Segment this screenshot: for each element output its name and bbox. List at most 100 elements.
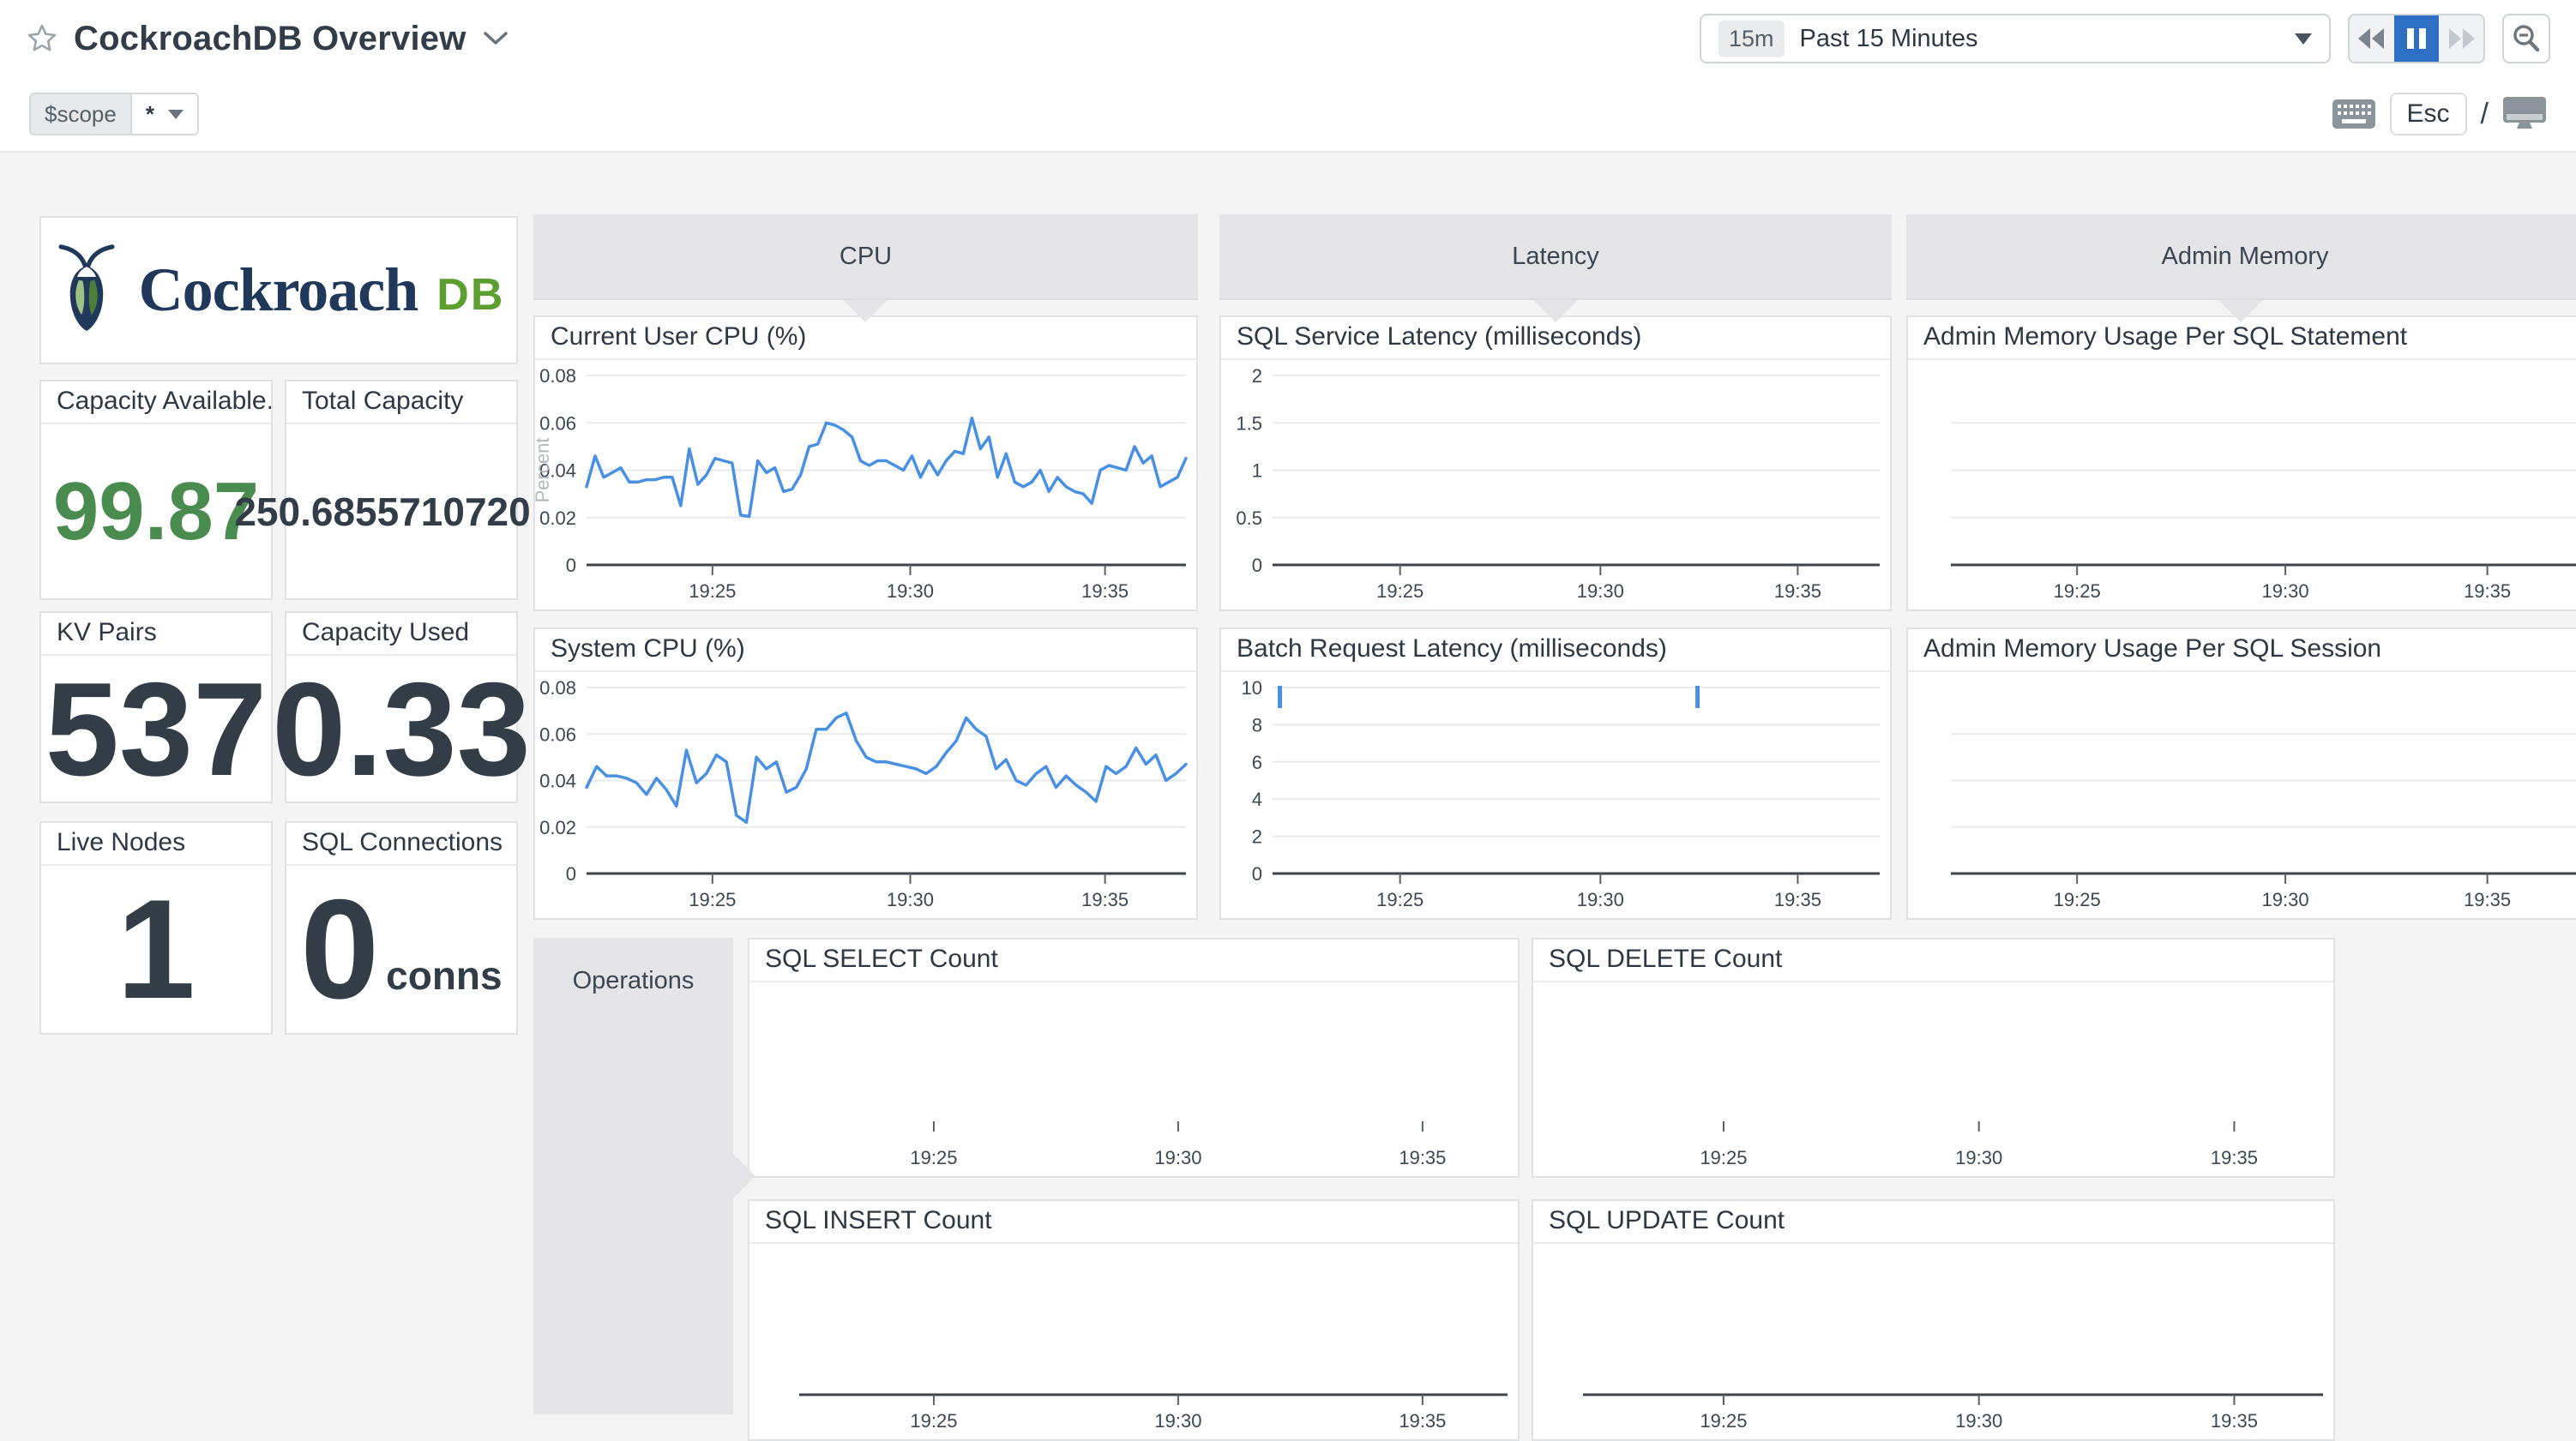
svg-text:19:30: 19:30 <box>1154 1147 1201 1168</box>
chart-plot-sql-select-count[interactable]: 19:2519:3019:35 <box>749 982 1518 1176</box>
chart-title: Current User CPU (%) <box>535 317 1196 360</box>
chart-plot-admin-memory-per-session[interactable]: 19:25 19:30 19:35 <box>1908 672 2576 918</box>
svg-text:19:25: 19:25 <box>689 889 736 910</box>
chart-current-user-cpu[interactable]: Current User CPU (%) 00.020.040.060.0819… <box>533 315 1198 611</box>
time-range-label: Past 15 Minutes <box>1800 25 1978 53</box>
svg-text:19:35: 19:35 <box>1774 889 1821 910</box>
svg-text:19:35: 19:35 <box>2464 580 2511 602</box>
svg-text:19:35: 19:35 <box>1774 580 1821 602</box>
svg-text:1: 1 <box>1252 460 1262 482</box>
stat-label: Live Nodes <box>41 823 271 866</box>
chart-title: Admin Memory Usage Per SQL Statement <box>1908 317 2576 360</box>
top-controls: 15m Past 15 Minutes <box>1700 14 2550 63</box>
svg-text:19:30: 19:30 <box>887 889 934 910</box>
chart-batch-request-latency[interactable]: Batch Request Latency (milliseconds) 024… <box>1219 627 1892 920</box>
esc-key-button[interactable]: Esc <box>2390 93 2467 135</box>
chart-plot-sql-delete-count[interactable]: 19:25 19:30 19:35 <box>1533 982 2333 1176</box>
svg-text:0: 0 <box>1252 863 1262 885</box>
tv-mode-icon[interactable] <box>2502 96 2547 132</box>
latency-group-notch <box>1533 300 1578 322</box>
chart-title: System CPU (%) <box>535 629 1196 672</box>
chart-title: SQL Service Latency (milliseconds) <box>1221 317 1890 360</box>
operations-group-notch <box>733 1154 755 1198</box>
title-area: CockroachDB Overview <box>26 0 509 81</box>
svg-text:19:25: 19:25 <box>689 580 736 602</box>
chart-sql-update-count[interactable]: SQL UPDATE Count 19:25 19:30 19:35 <box>1532 1199 2335 1441</box>
scope-caret-icon <box>168 110 184 119</box>
group-header-latency: Latency <box>1219 214 1892 300</box>
svg-text:2: 2 <box>1252 826 1262 848</box>
svg-text:1.5: 1.5 <box>1236 412 1262 434</box>
svg-text:19:35: 19:35 <box>2464 889 2511 910</box>
stat-total-capacity: Total Capacity 250.6855710720GB <box>285 380 518 600</box>
brand-suffix: DB <box>436 269 504 321</box>
svg-text:19:30: 19:30 <box>2262 889 2309 910</box>
svg-text:Percent: Percent <box>535 438 553 503</box>
svg-text:19:30: 19:30 <box>1955 1410 2002 1432</box>
svg-text:19:35: 19:35 <box>2211 1147 2258 1168</box>
chart-admin-memory-per-session[interactable]: Admin Memory Usage Per SQL Session 19:25… <box>1906 627 2576 920</box>
chart-title: SQL UPDATE Count <box>1533 1201 2333 1244</box>
stat-capacity-used: Capacity Used 0.33 <box>285 611 518 803</box>
stat-label: Capacity Used <box>286 613 516 656</box>
chart-sql-delete-count[interactable]: SQL DELETE Count 19:25 19:30 19:35 <box>1532 938 2335 1178</box>
operations-group-label: Operations <box>573 967 695 1414</box>
svg-text:19:30: 19:30 <box>1955 1147 2002 1168</box>
chart-plot-sql-update-count[interactable]: 19:25 19:30 19:35 <box>1533 1244 2333 1439</box>
slash-separator: / <box>2481 98 2489 131</box>
scope-variable-value: * <box>146 101 154 128</box>
svg-text:19:25: 19:25 <box>1700 1147 1747 1168</box>
chart-sql-insert-count[interactable]: SQL INSERT Count 19:2519:3019:35 <box>748 1199 1520 1441</box>
template-variable-bar: $scope * Esc / <box>0 77 2576 153</box>
svg-text:0.04: 0.04 <box>539 771 576 792</box>
svg-text:0: 0 <box>1252 555 1262 576</box>
cpu-group-notch <box>843 300 888 322</box>
stat-value: 0 <box>300 879 379 1020</box>
chart-plot-system-cpu[interactable]: 00.020.040.060.0819:2519:3019:35 <box>535 672 1196 918</box>
star-icon[interactable] <box>26 22 58 55</box>
forward-button[interactable] <box>2439 15 2483 62</box>
svg-text:2: 2 <box>1252 365 1262 387</box>
svg-text:19:25: 19:25 <box>1376 889 1423 910</box>
group-header-operations: Operations <box>533 938 733 1414</box>
chart-title: SQL SELECT Count <box>749 940 1518 982</box>
pause-button[interactable] <box>2394 15 2439 62</box>
svg-text:19:25: 19:25 <box>2054 889 2101 910</box>
cockroach-bug-icon <box>53 243 120 337</box>
chart-plot-current-user-cpu[interactable]: 00.020.040.060.0819:2519:3019:35Percent <box>535 360 1196 609</box>
stat-value: 1 <box>117 879 196 1020</box>
chart-plot-admin-memory-per-statement[interactable]: 19:25 19:30 19:35 <box>1908 360 2576 609</box>
time-range-selector[interactable]: 15m Past 15 Minutes <box>1700 14 2331 63</box>
rewind-button[interactable] <box>2350 15 2394 62</box>
stat-label: SQL Connections <box>286 823 516 866</box>
chevron-down-icon[interactable] <box>482 30 509 47</box>
svg-text:19:30: 19:30 <box>1577 889 1624 910</box>
svg-text:19:35: 19:35 <box>1399 1147 1446 1168</box>
chart-sql-select-count[interactable]: SQL SELECT Count 19:2519:3019:35 <box>748 938 1520 1178</box>
brand-wordmark: Cockroach <box>139 255 418 326</box>
svg-text:0.08: 0.08 <box>539 365 576 387</box>
chart-sql-service-latency[interactable]: SQL Service Latency (milliseconds) 00.51… <box>1219 315 1892 611</box>
dashboard-content: Cockroach DB Capacity Available... 99.87… <box>0 153 2576 1441</box>
chart-plot-batch-request-latency[interactable]: 024681019:2519:3019:35 <box>1221 672 1890 918</box>
svg-text:19:25: 19:25 <box>1700 1410 1747 1432</box>
chart-title: Batch Request Latency (milliseconds) <box>1221 629 1890 672</box>
stat-label: Total Capacity <box>286 381 516 424</box>
zoom-out-button[interactable] <box>2502 14 2550 63</box>
chart-plot-sql-service-latency[interactable]: 00.511.5219:2519:3019:35 <box>1221 360 1890 609</box>
chart-system-cpu[interactable]: System CPU (%) 00.020.040.060.0819:2519:… <box>533 627 1198 920</box>
svg-text:19:35: 19:35 <box>1081 580 1129 602</box>
svg-text:19:35: 19:35 <box>2211 1410 2258 1432</box>
chart-title: SQL DELETE Count <box>1533 940 2333 982</box>
svg-text:19:25: 19:25 <box>1376 580 1423 602</box>
chart-plot-sql-insert-count[interactable]: 19:2519:3019:35 <box>749 1244 1518 1439</box>
svg-text:19:35: 19:35 <box>1399 1410 1446 1432</box>
keyboard-shortcuts-icon[interactable] <box>2332 99 2376 129</box>
svg-text:19:25: 19:25 <box>2054 580 2101 602</box>
svg-text:10: 10 <box>1242 677 1262 699</box>
playback-controls <box>2348 14 2485 63</box>
scope-variable-selector[interactable]: $scope * <box>29 93 199 135</box>
chart-admin-memory-per-statement[interactable]: Admin Memory Usage Per SQL Statement 19:… <box>1906 315 2576 611</box>
svg-text:19:30: 19:30 <box>2262 580 2309 602</box>
time-range-caret-icon <box>2295 33 2312 45</box>
